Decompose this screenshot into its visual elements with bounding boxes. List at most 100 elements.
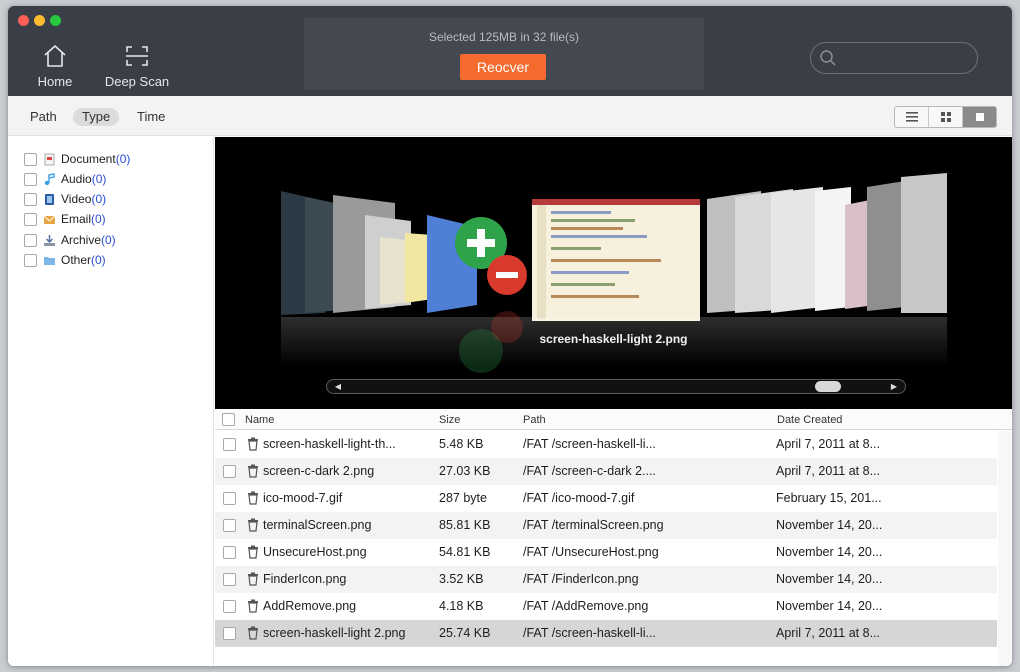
trash-icon xyxy=(248,545,258,559)
category-sidebar: Document (0) Audio (0) Video (0) Email (0) xyxy=(8,137,214,666)
table-row[interactable]: ico-mood-7.gif 287 byte /FAT /ico-mood-7… xyxy=(215,485,997,512)
grid-view-icon xyxy=(940,112,951,122)
row-checkbox[interactable] xyxy=(223,546,236,559)
scroll-left-arrow-icon[interactable]: ◀ xyxy=(329,381,347,392)
scan-icon xyxy=(126,46,148,66)
search-box[interactable] xyxy=(810,42,978,74)
search-icon xyxy=(820,50,836,66)
file-path: /FAT /ico-mood-7.gif xyxy=(523,491,635,505)
table-row[interactable]: UnsecureHost.png 54.81 KB /FAT /Unsecure… xyxy=(215,539,997,566)
file-path: /FAT /terminalScreen.png xyxy=(523,518,664,532)
file-path: /FAT /UnsecureHost.png xyxy=(523,545,659,559)
deep-scan-button[interactable]: Deep Scan xyxy=(102,42,172,92)
coverflow-scroll-thumb[interactable] xyxy=(815,381,841,392)
coverflow-view-button[interactable] xyxy=(963,107,996,127)
scroll-right-arrow-icon[interactable]: ▶ xyxy=(885,381,903,392)
close-window-button[interactable] xyxy=(18,15,29,26)
file-path: /FAT /screen-haskell-li... xyxy=(523,626,656,640)
trash-icon xyxy=(248,491,258,505)
category-checkbox[interactable] xyxy=(24,152,37,166)
table-row[interactable]: terminalScreen.png 85.81 KB /FAT /termin… xyxy=(215,512,997,539)
column-name[interactable]: Name xyxy=(245,414,274,426)
view-mode-switcher xyxy=(894,106,997,128)
column-date-created[interactable]: Date Created xyxy=(777,414,842,426)
category-checkbox[interactable] xyxy=(24,233,37,247)
trash-icon xyxy=(248,518,258,532)
trash-icon xyxy=(248,626,258,640)
table-row[interactable]: AddRemove.png 4.18 KB /FAT /AddRemove.pn… xyxy=(215,593,997,620)
row-checkbox[interactable] xyxy=(223,492,236,505)
category-count[interactable]: (0) xyxy=(92,172,107,186)
file-name: screen-haskell-light-th... xyxy=(263,437,396,451)
deep-scan-label: Deep Scan xyxy=(104,74,170,89)
table-row[interactable]: screen-c-dark 2.png 27.03 KB /FAT /scree… xyxy=(215,458,997,485)
row-checkbox[interactable] xyxy=(223,519,236,532)
category-count[interactable]: (0) xyxy=(91,192,106,206)
category-checkbox[interactable] xyxy=(24,192,37,206)
coverflow-scrollbar[interactable]: ◀ ▶ xyxy=(326,379,906,394)
category-document[interactable]: Document (0) xyxy=(24,150,130,168)
category-checkbox[interactable] xyxy=(24,212,37,226)
file-date: November 14, 20... xyxy=(776,599,883,613)
category-label: Archive xyxy=(61,233,102,247)
category-label: Document xyxy=(61,152,116,166)
search-input[interactable] xyxy=(843,49,971,67)
file-table: Name Size Path Date Created screen-haske… xyxy=(215,410,1012,666)
home-button[interactable]: Home xyxy=(20,42,90,92)
table-scrollbar[interactable] xyxy=(998,431,1012,666)
category-count[interactable]: (0) xyxy=(91,212,106,226)
select-all-checkbox[interactable] xyxy=(222,413,235,426)
file-name: AddRemove.png xyxy=(263,599,357,613)
file-size: 85.81 KB xyxy=(439,518,491,532)
table-header: Name Size Path Date Created xyxy=(215,410,1012,430)
file-size: 25.74 KB xyxy=(439,626,491,640)
recover-button[interactable]: Reocver xyxy=(460,54,546,80)
row-checkbox[interactable] xyxy=(223,573,236,586)
file-size: 5.48 KB xyxy=(439,437,484,451)
row-checkbox[interactable] xyxy=(223,438,236,451)
category-label: Email xyxy=(61,212,92,226)
row-checkbox[interactable] xyxy=(223,627,236,640)
zoom-window-button[interactable] xyxy=(50,15,61,26)
file-size: 3.52 KB xyxy=(439,572,484,586)
category-label: Other xyxy=(61,253,92,267)
category-archive[interactable]: Archive (0) xyxy=(24,231,116,249)
tab-time[interactable]: Time xyxy=(128,108,174,126)
selection-status-panel: Selected 125MB in 32 file(s) Reocver xyxy=(304,18,704,90)
column-path[interactable]: Path xyxy=(523,414,546,426)
table-row[interactable]: screen-haskell-light-th... 5.48 KB /FAT … xyxy=(215,431,997,458)
minimize-window-button[interactable] xyxy=(34,15,45,26)
video-icon xyxy=(45,193,54,205)
category-count[interactable]: (0) xyxy=(116,152,131,166)
file-name: UnsecureHost.png xyxy=(263,545,367,559)
file-size: 54.81 KB xyxy=(439,545,491,559)
row-checkbox[interactable] xyxy=(223,465,236,478)
grid-view-button[interactable] xyxy=(929,107,963,127)
row-checkbox[interactable] xyxy=(223,600,236,613)
column-size[interactable]: Size xyxy=(439,414,460,426)
file-name: screen-haskell-light 2.png xyxy=(263,626,406,640)
file-size: 287 byte xyxy=(439,491,487,505)
category-checkbox[interactable] xyxy=(24,172,37,186)
category-count[interactable]: (0) xyxy=(91,253,106,267)
category-label: Audio xyxy=(61,172,92,186)
category-email[interactable]: Email (0) xyxy=(24,210,106,228)
audio-icon xyxy=(44,172,55,185)
category-checkbox[interactable] xyxy=(24,253,37,267)
list-view-button[interactable] xyxy=(895,107,929,127)
coverflow-preview[interactable]: screen-haskell-light 2.png ◀ ▶ xyxy=(215,137,1012,409)
email-icon xyxy=(43,215,56,224)
toolbar: Home Deep Scan Selected 125MB in 32 file… xyxy=(8,6,1012,96)
table-row[interactable]: FinderIcon.png 3.52 KB /FAT /FinderIcon.… xyxy=(215,566,997,593)
file-date: November 14, 20... xyxy=(776,545,883,559)
file-date: April 7, 2011 at 8... xyxy=(776,464,880,478)
category-count[interactable]: (0) xyxy=(101,233,116,247)
category-audio[interactable]: Audio (0) xyxy=(24,170,106,188)
list-view-icon xyxy=(905,112,918,122)
tab-type[interactable]: Type xyxy=(73,108,120,126)
table-row-selected[interactable]: screen-haskell-light 2.png 25.74 KB /FAT… xyxy=(215,620,997,647)
document-icon xyxy=(44,153,55,165)
category-video[interactable]: Video (0) xyxy=(24,190,106,208)
category-other[interactable]: Other (0) xyxy=(24,251,106,269)
tab-path[interactable]: Path xyxy=(21,108,66,126)
